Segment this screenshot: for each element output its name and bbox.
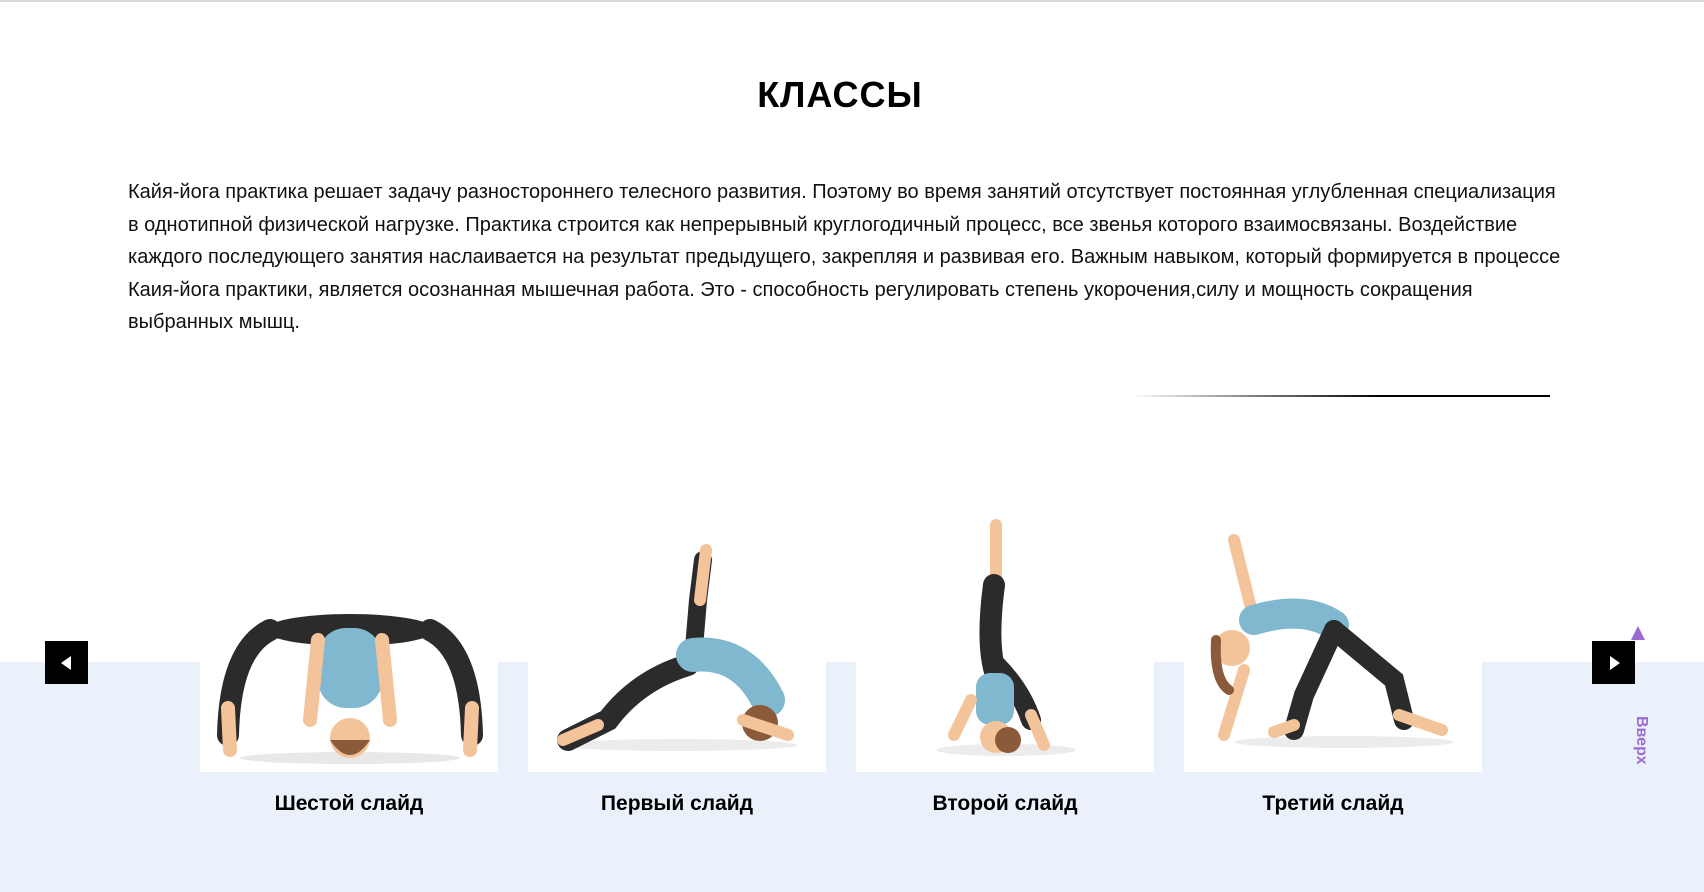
divider-line: [1130, 395, 1550, 397]
slide-caption: Шестой слайд: [274, 792, 424, 815]
shoulder-stand-pose-illustration: [936, 519, 1076, 756]
slider-prev-button[interactable]: [45, 641, 88, 684]
scroll-up-label: Вверх: [1633, 716, 1650, 765]
triangle-pose-illustration: [1210, 534, 1454, 748]
section-title: КЛАССЫ: [757, 74, 923, 116]
bridge-leg-raise-pose-illustration: [557, 544, 798, 751]
arrow-left-icon: [60, 655, 71, 670]
arrow-right-icon: [1609, 655, 1620, 670]
top-border: [0, 0, 1704, 2]
wide-forward-fold-pose-illustration: [217, 614, 483, 764]
slide-caption: Первый слайд: [600, 792, 754, 815]
section-description: Кайя-йога практика решает задачу разност…: [128, 181, 1561, 333]
arrow-up-icon: [1631, 626, 1645, 640]
slide-caption: Третий слайд: [1262, 792, 1404, 815]
slide-caption: Второй слайд: [932, 792, 1078, 815]
scroll-up-link[interactable]: Вверх: [1622, 626, 1656, 776]
